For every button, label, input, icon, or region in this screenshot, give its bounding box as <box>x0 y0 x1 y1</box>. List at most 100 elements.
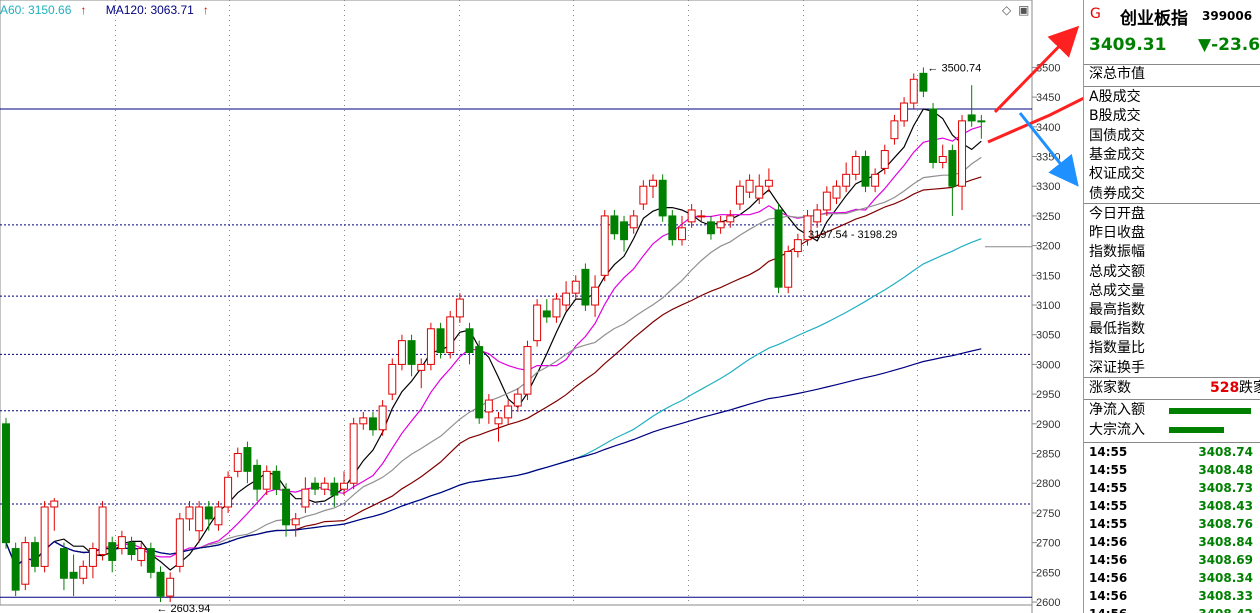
candle-body <box>504 405 513 419</box>
tick-time: 14:55 <box>1089 481 1128 495</box>
candle-body <box>253 464 262 490</box>
y-tick-label: 2800 <box>1036 478 1060 490</box>
stat-row-c-7: 指数量比 <box>1084 339 1260 358</box>
stat-row-c-label: 昨日收盘 <box>1089 225 1145 242</box>
stat-row-c-label: 最高指数 <box>1089 302 1145 318</box>
rise-fall-row: 涨家数 528 跌家 <box>1084 379 1260 398</box>
diamond-icon[interactable]: ◇ <box>1002 3 1011 17</box>
candle-body <box>929 108 938 163</box>
candle-body <box>513 393 522 407</box>
candle-body <box>813 209 822 223</box>
candle-body <box>851 156 860 175</box>
stat-row-c-0: 今日开盘 <box>1084 205 1260 224</box>
y-tick-label: 3050 <box>1036 330 1060 342</box>
candle-body <box>426 328 435 365</box>
stat-row-c-label: 总成交额 <box>1089 263 1145 280</box>
candle-body <box>98 506 107 556</box>
candle-body <box>871 173 880 187</box>
candle-body <box>117 536 126 550</box>
index-change: ▼-23.65 <box>1198 35 1260 55</box>
candle-body <box>600 215 609 276</box>
ma-legend: A60: 3150.66 ↑ MA120: 3063.71 ↑ <box>0 3 225 17</box>
y-tick-label: 2900 <box>1036 419 1060 431</box>
tick-price: 3408.76 <box>1198 517 1253 531</box>
stat-row-c-label: 总成交量 <box>1089 282 1145 299</box>
candle-body <box>243 447 252 472</box>
candle-body <box>233 453 242 472</box>
stat-row-c-5: 最高指数 <box>1084 301 1260 320</box>
stat-row-c-8: 深证换手 <box>1084 359 1260 378</box>
candle-body <box>359 417 368 425</box>
candle-body <box>50 500 59 508</box>
candle-body <box>272 470 281 490</box>
tick-row: 14:55 3408.73 <box>1087 479 1257 497</box>
candle-body <box>745 179 754 193</box>
index-title: 创业板指 <box>1120 9 1188 29</box>
candle-body <box>30 542 39 567</box>
candle-body <box>649 179 657 187</box>
stat-row-b-1: B股成交 <box>1084 107 1260 126</box>
y-tick-label: 2600 <box>1036 597 1060 609</box>
rise-label: 涨家数 <box>1089 380 1131 396</box>
candle-body <box>349 423 358 484</box>
tick-price: 3408.73 <box>1198 481 1253 495</box>
flow-label-net: 净流入额 <box>1089 402 1145 418</box>
candle-body <box>137 548 146 561</box>
y-tick-label: 2650 <box>1036 567 1060 579</box>
candle-body <box>436 328 445 354</box>
tick-price: 3408.34 <box>1198 571 1253 585</box>
candle-body <box>716 221 725 229</box>
tick-time: 14:56 <box>1089 571 1128 585</box>
candle-body <box>175 518 184 567</box>
candle-body <box>735 185 744 205</box>
tick-time: 14:56 <box>1089 535 1128 549</box>
stat-row-b-label: 债券成交 <box>1089 185 1145 202</box>
candle-body <box>282 488 291 526</box>
candle-body <box>291 518 300 526</box>
net-inflow-bar <box>1169 408 1251 414</box>
stat-row-c-label: 最低指数 <box>1089 321 1145 338</box>
stat-row-c-3: 总成交额 <box>1084 263 1260 282</box>
candle-body <box>494 417 503 425</box>
candle-body <box>764 179 773 187</box>
candle-body <box>909 78 918 104</box>
tick-time: 14:55 <box>1089 445 1128 459</box>
tick-price: 3408.84 <box>1198 535 1253 549</box>
menu-icon[interactable]: ▣ <box>1018 3 1029 17</box>
stat-row-b-0: A股成交 <box>1084 88 1260 107</box>
candle-body <box>861 156 870 187</box>
candle-body <box>465 328 474 354</box>
tick-row: 14:56 3408.34 <box>1087 569 1257 587</box>
candle-body <box>340 482 348 490</box>
stat-row-c-1: 昨日收盘 <box>1084 224 1260 243</box>
candle-body <box>108 542 117 561</box>
tick-price: 3408.33 <box>1198 589 1253 603</box>
g-mark: G <box>1090 6 1101 22</box>
block-inflow-bar <box>1169 427 1224 433</box>
stat-row-b-4: 权证成交 <box>1084 165 1260 184</box>
candle-body <box>793 239 802 253</box>
tick-row: 14:55 3408.76 <box>1087 515 1257 533</box>
stat-row-c-label: 指数量比 <box>1089 340 1145 357</box>
candle-body <box>11 548 20 591</box>
candle-body <box>40 506 49 567</box>
candle-body <box>542 310 551 318</box>
stat-row-b-label: 国债成交 <box>1089 127 1145 144</box>
tick-price: 3408.69 <box>1198 553 1253 567</box>
candle-body <box>639 185 648 205</box>
candle-body <box>900 102 909 122</box>
stat-row-c-label: 今日开盘 <box>1089 206 1145 222</box>
tick-price: 3408.43 <box>1198 499 1253 513</box>
low-annotation: ← 2603.94 <box>157 603 211 613</box>
y-tick-label: 3100 <box>1036 300 1060 312</box>
candle-body <box>262 470 271 490</box>
tick-time: 14:55 <box>1089 499 1128 513</box>
stat-row-c-4: 总成交量 <box>1084 282 1260 301</box>
tick-price: 3408.48 <box>1198 463 1253 477</box>
y-tick-label: 3150 <box>1036 270 1060 282</box>
y-tick-label: 3250 <box>1036 211 1060 223</box>
candle-body <box>784 251 793 288</box>
candle-body <box>668 215 677 241</box>
candle-body <box>397 340 406 365</box>
tick-row: 14:55 3408.43 <box>1087 497 1257 515</box>
